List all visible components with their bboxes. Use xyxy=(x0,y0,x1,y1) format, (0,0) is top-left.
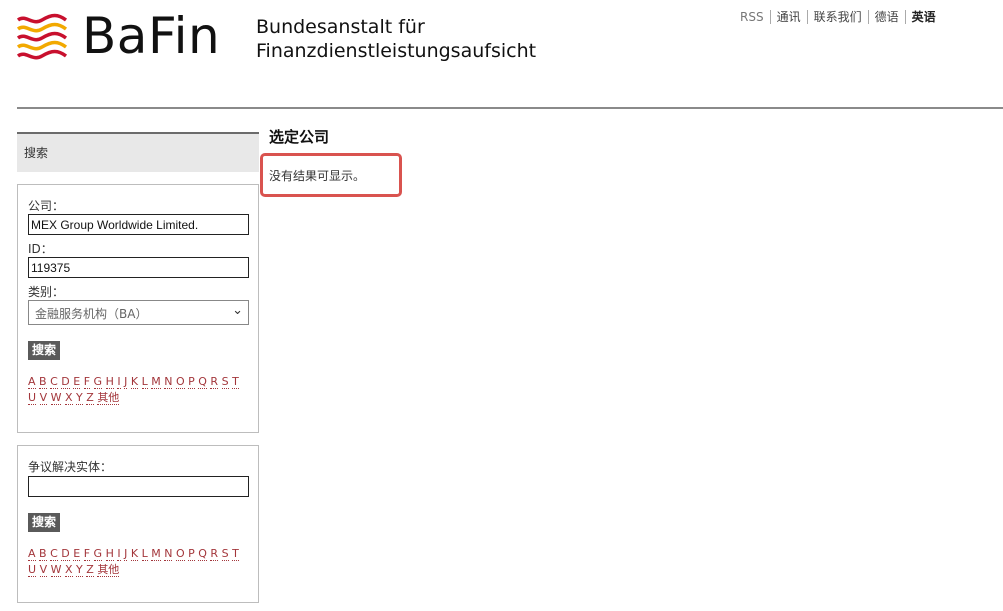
bafin-waves-icon xyxy=(16,13,68,60)
alphabet-link-p[interactable]: P xyxy=(188,375,195,389)
alphabet-link-a[interactable]: A xyxy=(28,547,36,561)
alphabet-link-j[interactable]: J xyxy=(124,375,128,389)
category-label: 类别： xyxy=(28,285,65,299)
alphabet-link-i[interactable]: I xyxy=(117,547,121,561)
alphabet-link-j[interactable]: J xyxy=(124,547,128,561)
alphabet-link-p[interactable]: P xyxy=(188,547,195,561)
alphabet-link-u[interactable]: U xyxy=(28,563,37,577)
alphabet-link-z[interactable]: Z xyxy=(86,563,94,577)
top-navigation: RSS 通讯 联系我们 德语 英语 xyxy=(738,10,942,24)
alphabet-links: A B C D E F G H I J K L M N O P Q R S T … xyxy=(28,375,239,405)
dispute-alphabet-index: A B C D E F G H I J K L M N O P Q R S T … xyxy=(28,546,249,578)
alphabet-link-f[interactable]: F xyxy=(83,547,91,561)
alphabet-link-l[interactable]: L xyxy=(141,547,148,561)
page-title: 选定公司 xyxy=(269,128,330,146)
alphabet-link-q[interactable]: Q xyxy=(198,375,207,389)
alphabet-other-link[interactable]: 其他 xyxy=(97,391,120,405)
alphabet-link-y[interactable]: Y xyxy=(76,391,83,405)
alphabet-link-q[interactable]: Q xyxy=(198,547,207,561)
nav-english-link[interactable]: 英语 xyxy=(906,10,942,24)
alphabet-links: A B C D E F G H I J K L M N O P Q R S T … xyxy=(28,547,239,577)
company-search-button[interactable]: 搜索 xyxy=(28,341,61,360)
company-alphabet-index: A B C D E F G H I J K L M N O P Q R S T … xyxy=(28,374,249,406)
alphabet-link-x[interactable]: X xyxy=(64,563,73,577)
alphabet-link-i[interactable]: I xyxy=(117,375,121,389)
alphabet-link-k[interactable]: K xyxy=(130,375,139,389)
alphabet-link-c[interactable]: C xyxy=(50,375,58,389)
nav-rss-link[interactable]: RSS xyxy=(738,10,771,24)
brand-wordmark[interactable]: BaFin xyxy=(82,7,220,65)
alphabet-link-v[interactable]: V xyxy=(39,391,48,405)
category-select[interactable]: 金融服务机构（BA） ⌄ xyxy=(28,300,249,325)
alphabet-link-l[interactable]: L xyxy=(141,375,148,389)
category-selected-value: 金融服务机构（BA） xyxy=(35,307,148,321)
alphabet-link-f[interactable]: F xyxy=(83,375,91,389)
company-search-panel: 公司： ID： 类别： 金融服务机构（BA） ⌄ 搜索 A B C D E F … xyxy=(17,184,259,433)
alphabet-link-b[interactable]: B xyxy=(39,547,47,561)
alphabet-link-w[interactable]: W xyxy=(50,563,62,577)
header-divider xyxy=(17,107,1003,109)
nav-contact-link[interactable]: 通讯 xyxy=(771,10,808,24)
alphabet-link-z[interactable]: Z xyxy=(86,391,94,405)
alphabet-link-a[interactable]: A xyxy=(28,375,36,389)
alphabet-link-s[interactable]: S xyxy=(221,375,229,389)
alphabet-link-o[interactable]: O xyxy=(175,375,185,389)
alphabet-link-m[interactable]: M xyxy=(151,375,161,389)
alphabet-link-k[interactable]: K xyxy=(130,547,139,561)
search-tab[interactable]: 搜索 xyxy=(17,132,259,172)
dispute-search-panel: 争议解决实体： 搜索 A B C D E F G H I J K L M N O… xyxy=(17,445,259,603)
alphabet-link-v[interactable]: V xyxy=(39,563,48,577)
dispute-search-button[interactable]: 搜索 xyxy=(28,513,61,532)
alphabet-link-h[interactable]: H xyxy=(105,375,114,389)
id-label: ID： xyxy=(28,242,53,256)
nav-german-link[interactable]: 德语 xyxy=(869,10,906,24)
subtitle-line-2: Finanzdienstleistungsaufsicht xyxy=(256,40,537,62)
alphabet-link-y[interactable]: Y xyxy=(76,563,83,577)
chevron-down-icon: ⌄ xyxy=(232,303,243,318)
alphabet-link-e[interactable]: E xyxy=(73,375,81,389)
alphabet-link-t[interactable]: T xyxy=(232,375,239,389)
alphabet-link-g[interactable]: G xyxy=(93,375,103,389)
alphabet-link-b[interactable]: B xyxy=(39,375,47,389)
alphabet-other-link[interactable]: 其他 xyxy=(97,563,120,577)
company-input[interactable] xyxy=(28,214,249,235)
dispute-entity-input[interactable] xyxy=(28,476,249,497)
alphabet-link-c[interactable]: C xyxy=(50,547,58,561)
alphabet-link-d[interactable]: D xyxy=(61,547,70,561)
alphabet-link-m[interactable]: M xyxy=(151,547,161,561)
alphabet-link-n[interactable]: N xyxy=(164,547,173,561)
alphabet-link-r[interactable]: R xyxy=(210,375,219,389)
no-results-message: 没有结果可显示。 xyxy=(260,153,402,197)
alphabet-link-u[interactable]: U xyxy=(28,391,37,405)
subtitle-line-1: Bundesanstalt für xyxy=(256,16,425,38)
alphabet-link-o[interactable]: O xyxy=(175,547,185,561)
brand-subtitle: Bundesanstalt für Finanzdienstleistungsa… xyxy=(256,15,536,63)
alphabet-link-e[interactable]: E xyxy=(73,547,81,561)
nav-contact-us-link[interactable]: 联系我们 xyxy=(808,10,869,24)
alphabet-link-g[interactable]: G xyxy=(93,547,103,561)
alphabet-link-w[interactable]: W xyxy=(50,391,62,405)
id-input[interactable] xyxy=(28,257,249,278)
alphabet-link-n[interactable]: N xyxy=(164,375,173,389)
alphabet-link-t[interactable]: T xyxy=(232,547,239,561)
alphabet-link-d[interactable]: D xyxy=(61,375,70,389)
alphabet-link-r[interactable]: R xyxy=(210,547,219,561)
alphabet-link-x[interactable]: X xyxy=(64,391,73,405)
company-label: 公司： xyxy=(28,199,65,213)
alphabet-link-h[interactable]: H xyxy=(105,547,114,561)
dispute-entity-label: 争议解决实体： xyxy=(28,460,113,474)
alphabet-link-s[interactable]: S xyxy=(221,547,229,561)
